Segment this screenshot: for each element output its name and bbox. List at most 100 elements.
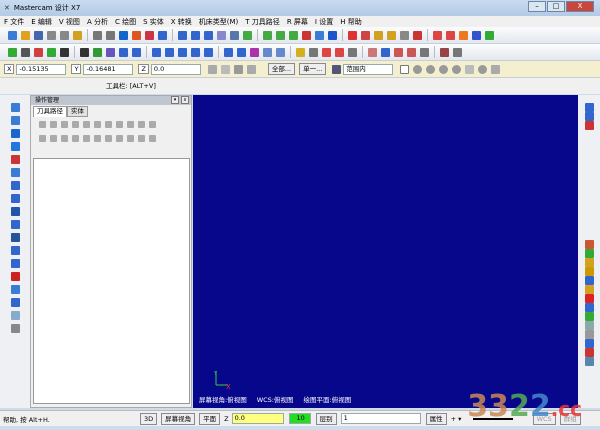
- toolbar-button-icon[interactable]: [348, 47, 357, 57]
- maximize-button[interactable]: □: [547, 1, 565, 12]
- toolbar-button-icon[interactable]: [472, 30, 481, 40]
- left-toolbar-button-icon[interactable]: [10, 142, 20, 151]
- toolbar-button-icon[interactable]: [93, 30, 102, 40]
- toolbar-button-icon[interactable]: [381, 47, 390, 57]
- toolbar-button-icon[interactable]: [158, 30, 167, 40]
- toolbar-button-icon[interactable]: [119, 47, 128, 57]
- left-toolbar-button-icon[interactable]: [10, 116, 20, 125]
- left-toolbar-button-icon[interactable]: [10, 233, 20, 242]
- toolbar-button-icon[interactable]: [394, 47, 403, 57]
- selection-filter-icon[interactable]: [426, 64, 436, 74]
- left-toolbar-button-icon[interactable]: [10, 181, 20, 190]
- cancel-selection-icon[interactable]: [478, 64, 488, 74]
- toolpath-list[interactable]: [33, 158, 190, 404]
- toolbar-button-icon[interactable]: [243, 30, 252, 40]
- toolpath-tool-icon[interactable]: [138, 120, 145, 128]
- toolbar-button-icon[interactable]: [368, 47, 377, 57]
- toolpath-tool-icon[interactable]: [83, 120, 90, 128]
- right-toolbar-button-icon[interactable]: [584, 348, 594, 357]
- menu-item[interactable]: 机床类型(M): [199, 17, 239, 27]
- toolpath-tool-icon[interactable]: [116, 120, 123, 128]
- z-coordinate-input[interactable]: 0.0: [150, 63, 201, 75]
- fast-point-icon[interactable]: [207, 64, 217, 74]
- toolpath-tool-icon[interactable]: [61, 134, 68, 142]
- range-select[interactable]: 范围内: [343, 63, 394, 75]
- right-toolbar-button-icon[interactable]: [584, 121, 594, 130]
- toolbar-button-icon[interactable]: [106, 30, 115, 40]
- toolpath-tool-icon[interactable]: [50, 120, 57, 128]
- minimize-button[interactable]: –: [528, 1, 546, 12]
- toolpath-tool-icon[interactable]: [83, 134, 90, 142]
- menu-item[interactable]: C 绘图: [115, 17, 136, 27]
- right-toolbar-button-icon[interactable]: [584, 249, 594, 258]
- select-all-button[interactable]: 全部...: [267, 63, 296, 75]
- toolbar-button-icon[interactable]: [263, 47, 272, 57]
- left-toolbar-button-icon[interactable]: [10, 168, 20, 177]
- toolbar-button-icon[interactable]: [8, 30, 17, 40]
- toolbar-button-icon[interactable]: [407, 47, 416, 57]
- menu-item[interactable]: I 设置: [315, 17, 333, 27]
- color-button[interactable]: 10: [288, 413, 311, 424]
- left-toolbar-button-icon[interactable]: [10, 324, 20, 333]
- toolbar-button-icon[interactable]: [459, 30, 468, 40]
- selection-filter-icon[interactable]: [452, 64, 462, 74]
- menu-item[interactable]: T 刀具路径: [245, 17, 280, 27]
- toolbar-button-icon[interactable]: [433, 30, 442, 40]
- menu-item[interactable]: S 实体: [143, 17, 164, 27]
- toolbar-button-icon[interactable]: [322, 47, 331, 57]
- level-button[interactable]: 层别: [315, 412, 337, 425]
- toolbar-button-icon[interactable]: [34, 30, 43, 40]
- toolpath-tool-icon[interactable]: [116, 134, 123, 142]
- tab-solids[interactable]: 实体: [67, 106, 88, 117]
- toolbar-button-icon[interactable]: [296, 47, 305, 57]
- toolbar-button-icon[interactable]: [420, 47, 429, 57]
- select-single-button[interactable]: 单一...: [299, 63, 327, 75]
- menu-item[interactable]: F 文件: [4, 17, 24, 27]
- toolpath-tool-icon[interactable]: [61, 120, 68, 128]
- toolbar-button-icon[interactable]: [191, 30, 200, 40]
- toolbar-button-icon[interactable]: [204, 47, 213, 57]
- toolpath-tool-icon[interactable]: [72, 120, 79, 128]
- panel-close-button[interactable]: x: [181, 96, 189, 104]
- toolpath-tool-icon[interactable]: [105, 134, 112, 142]
- toolbar-button-icon[interactable]: [178, 30, 187, 40]
- toolbar-button-icon[interactable]: [21, 30, 30, 40]
- left-toolbar-button-icon[interactable]: [10, 220, 20, 229]
- toolbar-button-icon[interactable]: [413, 30, 422, 40]
- toolbar-button-icon[interactable]: [60, 30, 69, 40]
- toolbar-button-icon[interactable]: [302, 30, 311, 40]
- menu-item[interactable]: R 屏幕: [287, 17, 308, 27]
- toolbar-button-icon[interactable]: [289, 30, 298, 40]
- toolbar-button-icon[interactable]: [453, 47, 462, 57]
- menu-item[interactable]: A 分析: [87, 17, 108, 27]
- toolbar-button-icon[interactable]: [132, 47, 141, 57]
- toolbar-button-icon[interactable]: [47, 30, 56, 40]
- left-toolbar-button-icon[interactable]: [10, 155, 20, 164]
- close-button[interactable]: X: [566, 1, 594, 12]
- toolbar-button-icon[interactable]: [440, 47, 449, 57]
- right-toolbar-button-icon[interactable]: [584, 276, 594, 285]
- left-toolbar-button-icon[interactable]: [10, 298, 20, 307]
- x-coordinate-input[interactable]: -0.15135: [16, 63, 67, 75]
- toolpath-tool-icon[interactable]: [127, 134, 134, 142]
- toolbar-button-icon[interactable]: [224, 47, 233, 57]
- toolbar-button-icon[interactable]: [145, 30, 154, 40]
- toolbar-button-icon[interactable]: [34, 47, 43, 57]
- help-icon[interactable]: [246, 64, 256, 74]
- toolbar-button-icon[interactable]: [250, 47, 259, 57]
- menu-item[interactable]: E 编辑: [31, 17, 52, 27]
- toolbar-button-icon[interactable]: [191, 47, 200, 57]
- toolpath-tool-icon[interactable]: [105, 120, 112, 128]
- toolbar-button-icon[interactable]: [8, 47, 17, 57]
- toolbar-button-icon[interactable]: [132, 30, 141, 40]
- toolpath-tool-icon[interactable]: [149, 120, 156, 128]
- toolbar-button-icon[interactable]: [309, 47, 318, 57]
- verify-icon[interactable]: [465, 64, 475, 74]
- toolbar-button-icon[interactable]: [230, 30, 239, 40]
- toolpath-tool-icon[interactable]: [149, 134, 156, 142]
- left-toolbar-button-icon[interactable]: [10, 103, 20, 112]
- left-toolbar-button-icon[interactable]: [10, 272, 20, 281]
- window-select-icon[interactable]: [400, 64, 410, 74]
- toolbar-button-icon[interactable]: [387, 30, 396, 40]
- toolpath-tool-icon[interactable]: [127, 120, 134, 128]
